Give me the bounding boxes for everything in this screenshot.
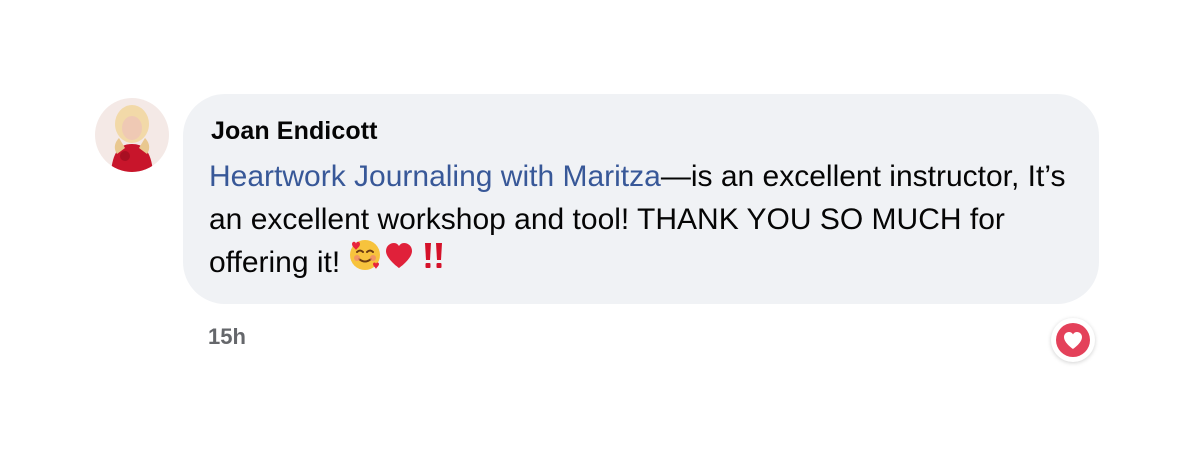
love-reaction-badge[interactable] — [1051, 318, 1095, 362]
comment-text: Heartwork Journaling with Maritza—is an … — [209, 155, 1069, 287]
comment-timestamp[interactable]: 15h — [208, 324, 246, 350]
avatar[interactable] — [95, 98, 169, 172]
avatar-image — [95, 98, 169, 172]
double-exclamation-icon — [422, 240, 446, 283]
comment-container: Joan Endicott Heartwork Journaling with … — [0, 0, 1200, 450]
mention-link[interactable]: Heartwork Journaling with Maritza — [209, 160, 661, 193]
love-reaction-icon — [1056, 323, 1090, 357]
comment-author[interactable]: Joan Endicott — [211, 117, 378, 146]
red-heart-icon — [384, 240, 414, 283]
smiling-face-with-hearts-icon — [348, 238, 382, 284]
